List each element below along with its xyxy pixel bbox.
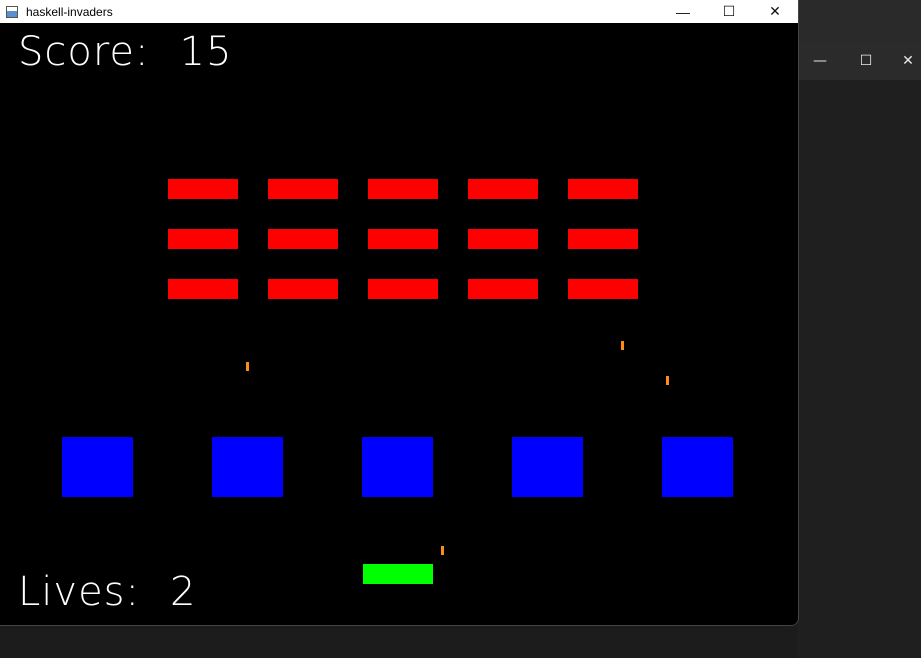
- lives-value: 2: [170, 569, 197, 615]
- invader: [268, 229, 338, 249]
- invader: [168, 229, 238, 249]
- window-titlebar[interactable]: haskell-invaders — ☐ ✕: [0, 0, 798, 23]
- close-icon: ✕: [769, 3, 781, 19]
- enemy-bullet: [246, 362, 249, 371]
- lives-display: Lives: 2: [18, 569, 196, 615]
- invader: [168, 179, 238, 199]
- invader: [268, 279, 338, 299]
- close-button[interactable]: ✕: [752, 0, 798, 23]
- game-window: haskell-invaders — ☐ ✕ Score: 15 Lives: …: [0, 0, 799, 626]
- invader: [468, 229, 538, 249]
- maximize-button[interactable]: ☐: [706, 0, 752, 23]
- score-value: 15: [179, 29, 233, 75]
- invader: [568, 279, 638, 299]
- bg-close-button[interactable]: ✕: [888, 42, 921, 80]
- minimize-icon: —: [676, 3, 690, 20]
- background-window: — ☐ ✕: [798, 0, 921, 658]
- invader: [568, 229, 638, 249]
- invader: [368, 229, 438, 249]
- background-window-titlebar: — ☐ ✕: [798, 42, 921, 80]
- minimize-button[interactable]: —: [660, 0, 706, 23]
- enemy-bullet: [621, 341, 624, 350]
- bg-maximize-button[interactable]: ☐: [846, 42, 886, 80]
- player-bullet: [441, 546, 444, 555]
- bg-minimize-button[interactable]: —: [800, 42, 840, 80]
- invader: [468, 279, 538, 299]
- bunker: [512, 437, 583, 497]
- invader: [368, 179, 438, 199]
- game-canvas[interactable]: Score: 15 Lives: 2: [0, 23, 798, 625]
- bunker: [662, 437, 733, 497]
- score-label: Score:: [18, 29, 150, 75]
- background-window-top: [798, 0, 921, 42]
- invader: [268, 179, 338, 199]
- enemy-bullet: [666, 376, 669, 385]
- bunker: [362, 437, 433, 497]
- invader: [368, 279, 438, 299]
- invader: [568, 179, 638, 199]
- bunker: [212, 437, 283, 497]
- window-title: haskell-invaders: [26, 4, 113, 19]
- bunker: [62, 437, 133, 497]
- lives-label: Lives:: [18, 569, 140, 615]
- invader: [468, 179, 538, 199]
- app-icon: [6, 5, 18, 18]
- score-display: Score: 15: [18, 29, 232, 75]
- invader: [168, 279, 238, 299]
- maximize-icon: ☐: [722, 3, 736, 19]
- window-controls: — ☐ ✕: [660, 0, 798, 23]
- player-ship: [363, 564, 433, 584]
